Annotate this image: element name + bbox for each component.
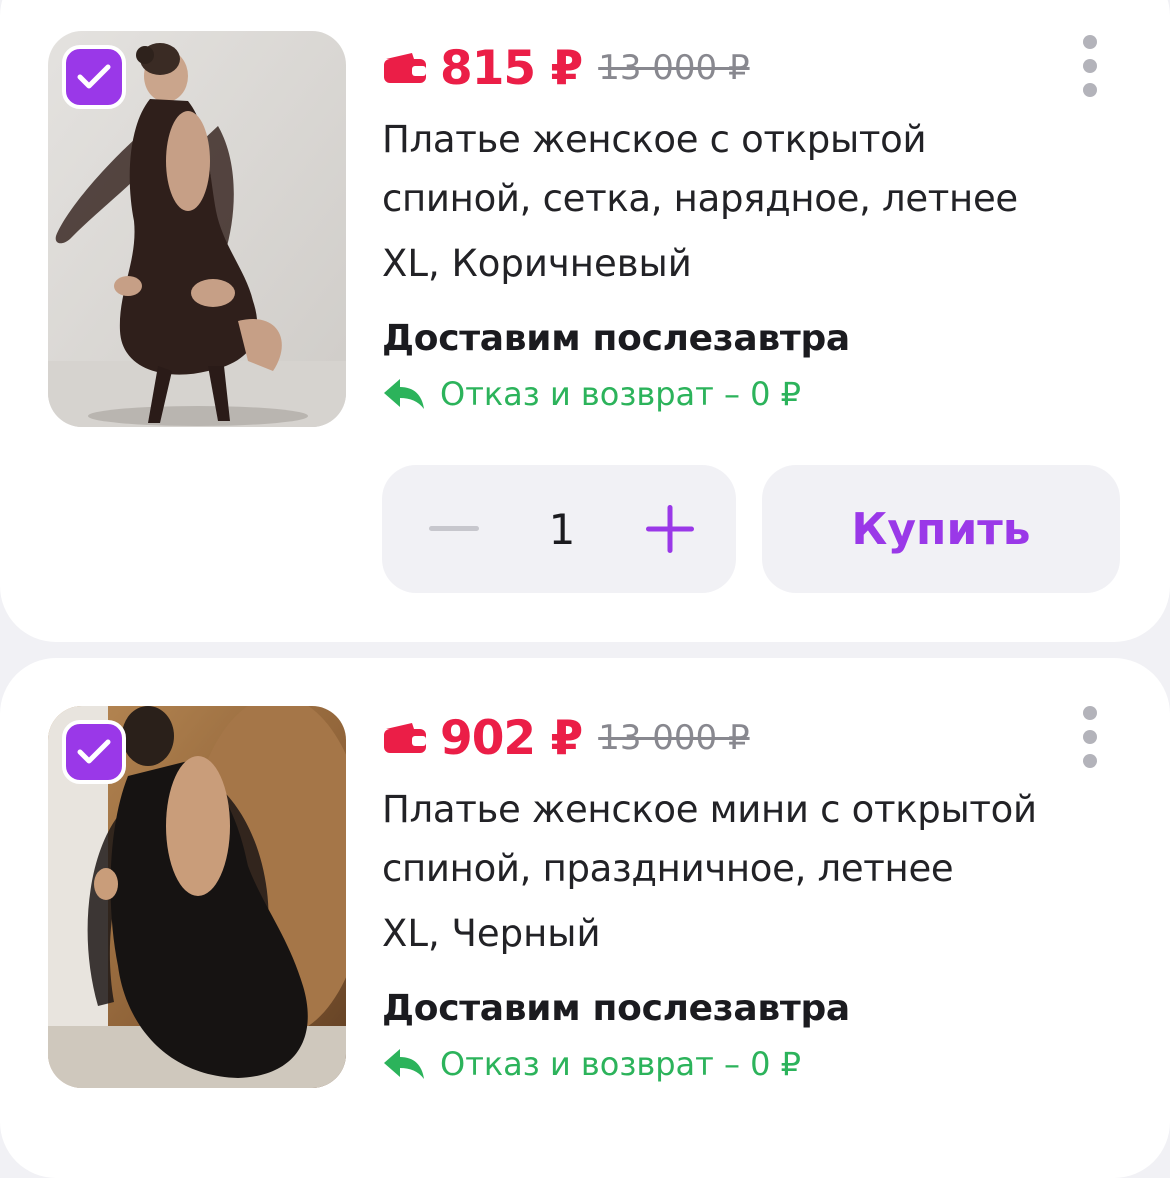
wallet-icon [384, 723, 426, 753]
checkmark-icon [77, 64, 111, 89]
plus-icon [645, 505, 694, 553]
checkmark-icon [77, 739, 111, 764]
select-checkbox[interactable] [62, 720, 126, 784]
product-title[interactable]: Платье женское мини с открытой спиной, п… [382, 780, 1080, 898]
decrease-quantity-button[interactable] [426, 501, 482, 557]
product-info: 902 ₽ 13 000 ₽ Платье женское мини с отк… [382, 708, 1080, 1088]
product-title[interactable]: Платье женское с открытой спиной, сетка,… [382, 110, 1080, 228]
more-options-button[interactable] [1080, 706, 1100, 768]
more-dot-icon [1083, 730, 1097, 744]
more-dot-icon [1083, 754, 1097, 768]
select-checkbox[interactable] [62, 45, 126, 109]
return-info: Отказ и возврат – 0 ₽ [382, 370, 1080, 418]
more-dot-icon [1083, 59, 1097, 73]
increase-quantity-button[interactable] [642, 501, 698, 557]
more-dot-icon [1083, 35, 1097, 49]
wallet-icon [384, 53, 426, 83]
product-info: 815 ₽ 13 000 ₽ Платье женское с открытой… [382, 38, 1080, 418]
return-text: Отказ и возврат – 0 ₽ [440, 375, 802, 413]
delivery-info: Доставим послезавтра [382, 318, 850, 359]
quantity-value: 1 [548, 504, 576, 554]
more-dot-icon [1083, 83, 1097, 97]
cart-item-card: 815 ₽ 13 000 ₽ Платье женское с открытой… [0, 0, 1170, 642]
more-dot-icon [1083, 706, 1097, 720]
product-variant: XL, Коричневый [382, 242, 692, 285]
product-image[interactable] [48, 706, 346, 1088]
product-variant: XL, Черный [382, 912, 601, 955]
old-price: 13 000 ₽ [598, 48, 750, 88]
price-row: 815 ₽ 13 000 ₽ [382, 38, 1080, 98]
cart-item-card: 902 ₽ 13 000 ₽ Платье женское мини с отк… [0, 658, 1170, 1178]
quantity-stepper: 1 [382, 465, 736, 593]
more-options-button[interactable] [1080, 35, 1100, 97]
buy-button[interactable]: Купить [762, 465, 1120, 593]
price-row: 902 ₽ 13 000 ₽ [382, 708, 1080, 768]
return-arrow-icon [384, 1049, 424, 1079]
old-price: 13 000 ₽ [598, 718, 750, 758]
minus-icon [429, 526, 479, 531]
return-info: Отказ и возврат – 0 ₽ [382, 1040, 1080, 1088]
current-price: 815 ₽ [440, 40, 583, 96]
return-text: Отказ и возврат – 0 ₽ [440, 1045, 802, 1083]
return-arrow-icon [384, 379, 424, 409]
product-image[interactable] [48, 31, 346, 427]
delivery-info: Доставим послезавтра [382, 988, 850, 1029]
current-price: 902 ₽ [440, 710, 583, 766]
